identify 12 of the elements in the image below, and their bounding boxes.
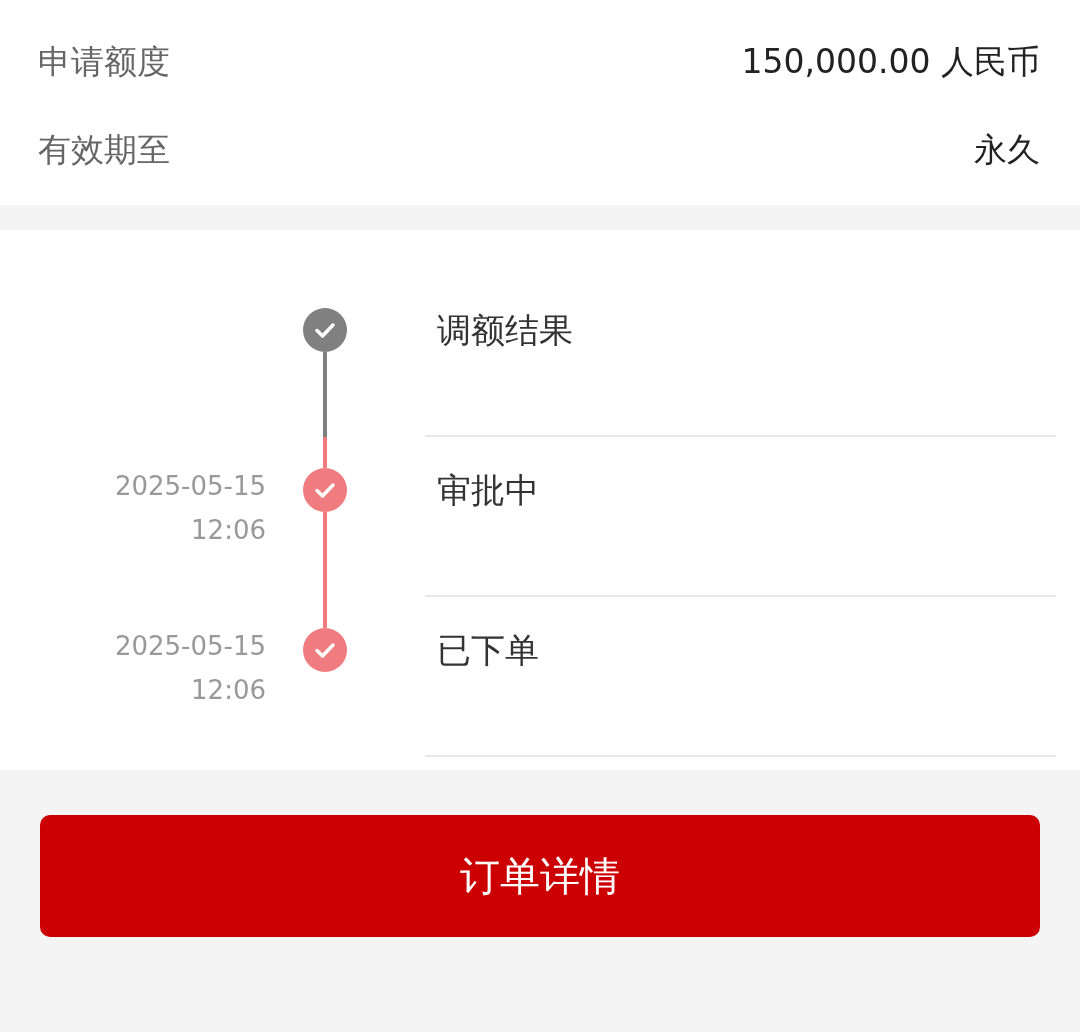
step-date: 2025-05-15 <box>114 631 266 661</box>
field-label: 有效期至 <box>38 129 170 172</box>
step-time: 12:06 <box>191 675 266 705</box>
step-time: 12:06 <box>191 515 266 545</box>
step-title: 已下单 <box>437 629 539 672</box>
step-date: 2025-05-15 <box>114 471 266 501</box>
field-label: 申请额度 <box>38 41 170 84</box>
step-title: 审批中 <box>437 469 539 512</box>
field-value: 150,000.00 人民币 <box>741 41 1040 84</box>
order-details-button[interactable]: 订单详情 <box>40 815 1040 937</box>
step-title: 调额结果 <box>437 309 573 352</box>
field-value: 永久 <box>974 129 1040 172</box>
